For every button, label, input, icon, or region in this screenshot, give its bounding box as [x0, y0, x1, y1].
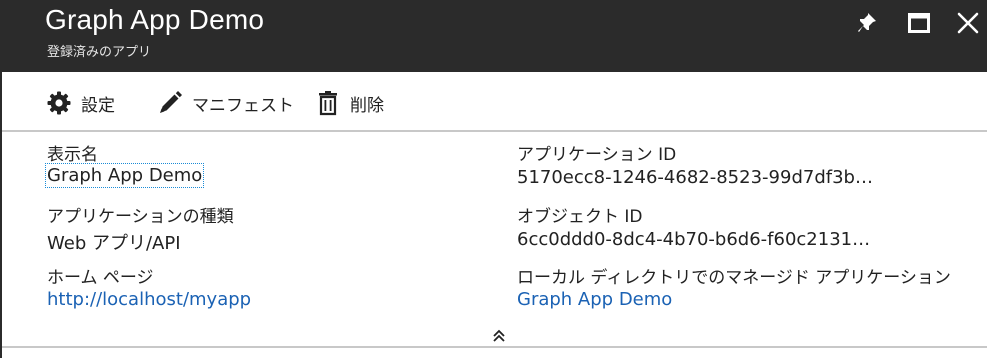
- blade-subtitle: 登録済みのアプリ: [47, 45, 152, 60]
- managed-app-link[interactable]: Graph App Demo: [517, 289, 672, 310]
- gear-icon: [46, 90, 72, 116]
- application-id-label: アプリケーション ID: [517, 145, 677, 165]
- blade-title: Graph App Demo: [45, 4, 265, 35]
- essentials-panel: 表示名 Graph App Demo アプリケーションの種類 Web アプリ/A…: [2, 132, 987, 346]
- home-page-label: ホーム ページ: [47, 268, 154, 288]
- pin-icon: [858, 13, 876, 32]
- object-id-value: 6cc0ddd0-8dc4-4b70-b6d6-f60c2131…: [517, 229, 871, 250]
- application-type-label: アプリケーションの種類: [47, 207, 234, 227]
- delete-label: 削除: [350, 95, 384, 116]
- display-name-label: 表示名: [47, 145, 98, 165]
- application-id-value: 5170ecc8-1246-4682-8523-99d7df3b…: [517, 167, 873, 188]
- pin-button[interactable]: [852, 8, 882, 38]
- collapse-essentials-button[interactable]: [488, 326, 510, 346]
- chevron-double-up-icon: [493, 329, 505, 342]
- bottom-divider: [2, 346, 987, 348]
- command-bar: 設定 マニフェスト 削除: [2, 72, 987, 132]
- settings-label: 設定: [81, 95, 115, 116]
- pencil-icon: [157, 90, 183, 116]
- settings-button[interactable]: 設定: [46, 90, 115, 116]
- app-registration-blade: Graph App Demo 登録済みのアプリ 設定 マニフェスト 削除 表示名…: [0, 0, 987, 358]
- application-type-value: Web アプリ/API: [47, 233, 181, 254]
- trash-icon: [315, 90, 341, 116]
- blade-header: Graph App Demo 登録済みのアプリ: [2, 0, 987, 72]
- manifest-button[interactable]: マニフェスト: [157, 90, 294, 116]
- home-page-link[interactable]: http://localhost/myapp: [47, 289, 251, 310]
- maximize-button[interactable]: [904, 8, 934, 38]
- manifest-label: マニフェスト: [192, 95, 294, 116]
- display-name-value[interactable]: Graph App Demo: [44, 163, 205, 188]
- managed-app-label: ローカル ディレクトリでのマネージド アプリケーション: [517, 268, 951, 288]
- close-button[interactable]: [953, 8, 983, 38]
- delete-button[interactable]: 削除: [315, 90, 384, 116]
- close-icon: [957, 12, 979, 34]
- maximize-icon: [908, 13, 930, 33]
- object-id-label: オブジェクト ID: [517, 207, 643, 227]
